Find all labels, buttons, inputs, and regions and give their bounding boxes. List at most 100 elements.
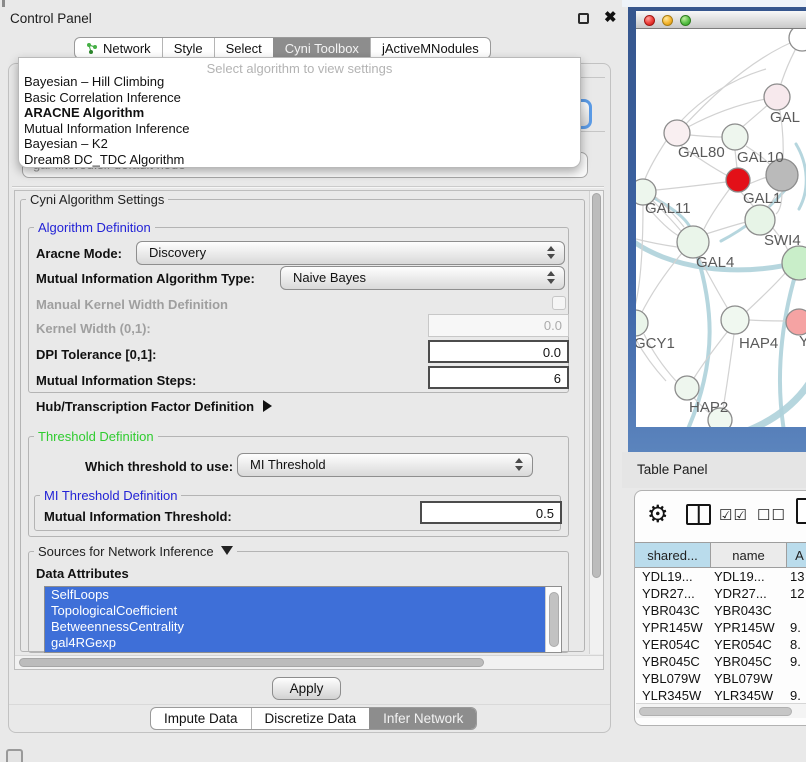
tab-discretize-data[interactable]: Discretize Data xyxy=(251,708,370,729)
table-cell: 9. xyxy=(787,619,806,636)
network-node-salmon[interactable] xyxy=(786,309,806,335)
table-horizontal-scrollbar[interactable] xyxy=(636,703,806,718)
algorithm-definition-title: Algorithm Definition xyxy=(34,220,155,235)
table-cell: YPR145W xyxy=(711,619,787,636)
attribute-item-topologicalcoefficient[interactable]: TopologicalCoefficient xyxy=(45,603,545,619)
node-label-y: Y xyxy=(799,333,806,350)
tab-select[interactable]: Select xyxy=(214,38,273,58)
network-window-titlebar[interactable] xyxy=(636,11,806,29)
table-row[interactable]: YER054CYER054C8. xyxy=(635,636,806,653)
unchecked-pair-icon[interactable]: ☐☐ xyxy=(757,506,786,524)
manual-kernel-label: Manual Kernel Width Definition xyxy=(36,297,228,312)
column-header-shared[interactable]: shared... xyxy=(635,543,711,567)
algorithm-option-mutual-information-inference[interactable]: Mutual Information Inference xyxy=(19,121,580,137)
document-icon[interactable] xyxy=(796,498,806,524)
table-horizontal-scrollbar-thumb[interactable] xyxy=(639,707,792,716)
algorithm-option-aracne-algorithm[interactable]: ARACNE Algorithm xyxy=(19,105,580,121)
minimize-traffic-light[interactable] xyxy=(662,15,673,26)
attributes-scrollbar[interactable] xyxy=(545,587,561,652)
node-label-swi4: SWI4 xyxy=(764,232,801,249)
manual-kernel-checkbox[interactable] xyxy=(552,296,566,310)
sources-toggle[interactable]: Sources for Network Inference xyxy=(34,544,237,559)
network-node-pink-top[interactable] xyxy=(764,84,790,110)
network-node-gal1-red[interactable] xyxy=(726,168,750,192)
table-rows: YDL19...YDL19...13YDR27...YDR27...12YBR0… xyxy=(635,568,806,721)
settings-horizontal-scrollbar[interactable] xyxy=(15,655,603,669)
attribute-item-gal4rgexp[interactable]: gal4RGexp xyxy=(45,635,545,651)
mi-type-value: Naive Bayes xyxy=(293,270,366,285)
table-panel: ⚙ ☑☑ ☐☐ shared...nameA YDL19...YDL19...1… xyxy=(634,490,806,726)
kernel-width-input[interactable]: 0.0 xyxy=(428,314,569,337)
network-canvas[interactable]: GALGAL80GAL10GAL1GAL11SWI4GAL4GCY1HAP4YH… xyxy=(636,29,806,427)
settings-vertical-scrollbar[interactable] xyxy=(589,191,603,654)
sources-title: Sources for Network Inference xyxy=(38,544,214,559)
table-cell: YBR043C xyxy=(635,602,711,619)
network-node-gcy1[interactable] xyxy=(636,310,648,336)
minimized-panel-icon[interactable] xyxy=(6,749,23,762)
table-row[interactable]: YLR345WYLR345W9. xyxy=(635,687,806,704)
network-node-gal80[interactable] xyxy=(664,120,690,146)
tab-style[interactable]: Style xyxy=(162,38,214,58)
column-header-name[interactable]: name xyxy=(711,543,787,567)
aracne-mode-combo[interactable]: Discovery xyxy=(136,241,565,265)
checked-pair-icon[interactable]: ☑☑ xyxy=(719,506,748,524)
table-row[interactable]: YBR043CYBR043C xyxy=(635,602,806,619)
attributes-scrollbar-thumb[interactable] xyxy=(549,592,559,647)
mi-type-combo[interactable]: Naive Bayes xyxy=(280,266,565,290)
split-columns-icon[interactable] xyxy=(686,504,711,525)
table-cell: 8. xyxy=(787,636,806,653)
table-row[interactable]: YBR045CYBR045C9. xyxy=(635,653,806,670)
table-cell: YER054C xyxy=(711,636,787,653)
table-row[interactable]: YDL19...YDL19...13 xyxy=(635,568,806,585)
tab-label: Cyni Toolbox xyxy=(285,41,359,56)
tab-cyni-toolbox[interactable]: Cyni Toolbox xyxy=(273,38,370,58)
cyni-mode-tabbar: Impute DataDiscretize DataInfer Network xyxy=(150,707,477,730)
tab-infer-network[interactable]: Infer Network xyxy=(369,708,476,729)
table-cell: 9. xyxy=(787,687,806,704)
algorithm-option-dream8-dc-tdc-algorithm[interactable]: Dream8 DC_TDC Algorithm xyxy=(19,152,580,168)
node-label-gal10: GAL10 xyxy=(737,149,784,166)
table-cell: YDL19... xyxy=(711,568,787,585)
close-traffic-light[interactable] xyxy=(644,15,655,26)
table-row[interactable]: YBL079WYBL079W xyxy=(635,670,806,687)
which-threshold-combo[interactable]: MI Threshold xyxy=(237,453,533,477)
network-node-hap2[interactable] xyxy=(675,376,699,400)
table-cell: YBR045C xyxy=(711,653,787,670)
apply-button[interactable]: Apply xyxy=(272,677,341,700)
network-node-unnamed[interactable] xyxy=(789,29,806,51)
tab-jactivemnodules[interactable]: jActiveMNodules xyxy=(370,38,490,58)
network-node-hap4[interactable] xyxy=(721,306,749,334)
mi-threshold-input[interactable]: 0.5 xyxy=(420,501,562,524)
attribute-item-betweennesscentrality[interactable]: BetweennessCentrality xyxy=(45,619,545,635)
settings-vertical-scrollbar-thumb[interactable] xyxy=(592,193,601,578)
zoom-traffic-light[interactable] xyxy=(680,15,691,26)
divider xyxy=(9,704,610,705)
settings-horizontal-scrollbar-thumb[interactable] xyxy=(19,658,484,667)
table-row[interactable]: YPR145WYPR145W9. xyxy=(635,619,806,636)
network-node-gal10[interactable] xyxy=(722,124,748,150)
algorithm-option-bayesian-k2[interactable]: Bayesian – K2 xyxy=(19,136,580,152)
table-cell: YBR045C xyxy=(635,653,711,670)
attribute-item-selfloops[interactable]: SelfLoops xyxy=(45,587,545,603)
stepper-icon xyxy=(547,271,556,284)
network-node-swi4-n[interactable] xyxy=(745,205,775,235)
table-cell: YDR27... xyxy=(635,585,711,602)
dpi-tolerance-label: DPI Tolerance [0,1]: xyxy=(36,347,156,362)
mi-steps-input[interactable]: 6 xyxy=(428,366,569,389)
close-icon[interactable]: ✖ xyxy=(604,8,617,26)
tab-impute-data[interactable]: Impute Data xyxy=(151,708,251,729)
table-row[interactable]: YDR27...YDR27...12 xyxy=(635,585,806,602)
network-node-big-green[interactable] xyxy=(782,246,806,280)
tab-network[interactable]: Network xyxy=(75,38,162,58)
algorithm-option-bayesian-hill-climbing[interactable]: Bayesian – Hill Climbing xyxy=(19,74,580,90)
gear-icon[interactable]: ⚙ xyxy=(647,500,669,529)
algorithm-option-basic-correlation-inference[interactable]: Basic Correlation Inference xyxy=(19,90,580,106)
screen: Control Panel ✖ NetworkStyleSelectCyni T… xyxy=(0,0,806,762)
table-cell: YDL19... xyxy=(635,568,711,585)
node-label-hap4: HAP4 xyxy=(739,335,778,352)
threshold-title: Threshold Definition xyxy=(34,429,158,444)
hub-section-toggle[interactable]: Hub/Transcription Factor Definition xyxy=(36,399,272,414)
float-window-icon[interactable] xyxy=(578,13,589,24)
dpi-tolerance-input[interactable]: 0.0 xyxy=(428,340,569,363)
column-header-a[interactable]: A xyxy=(787,543,806,567)
